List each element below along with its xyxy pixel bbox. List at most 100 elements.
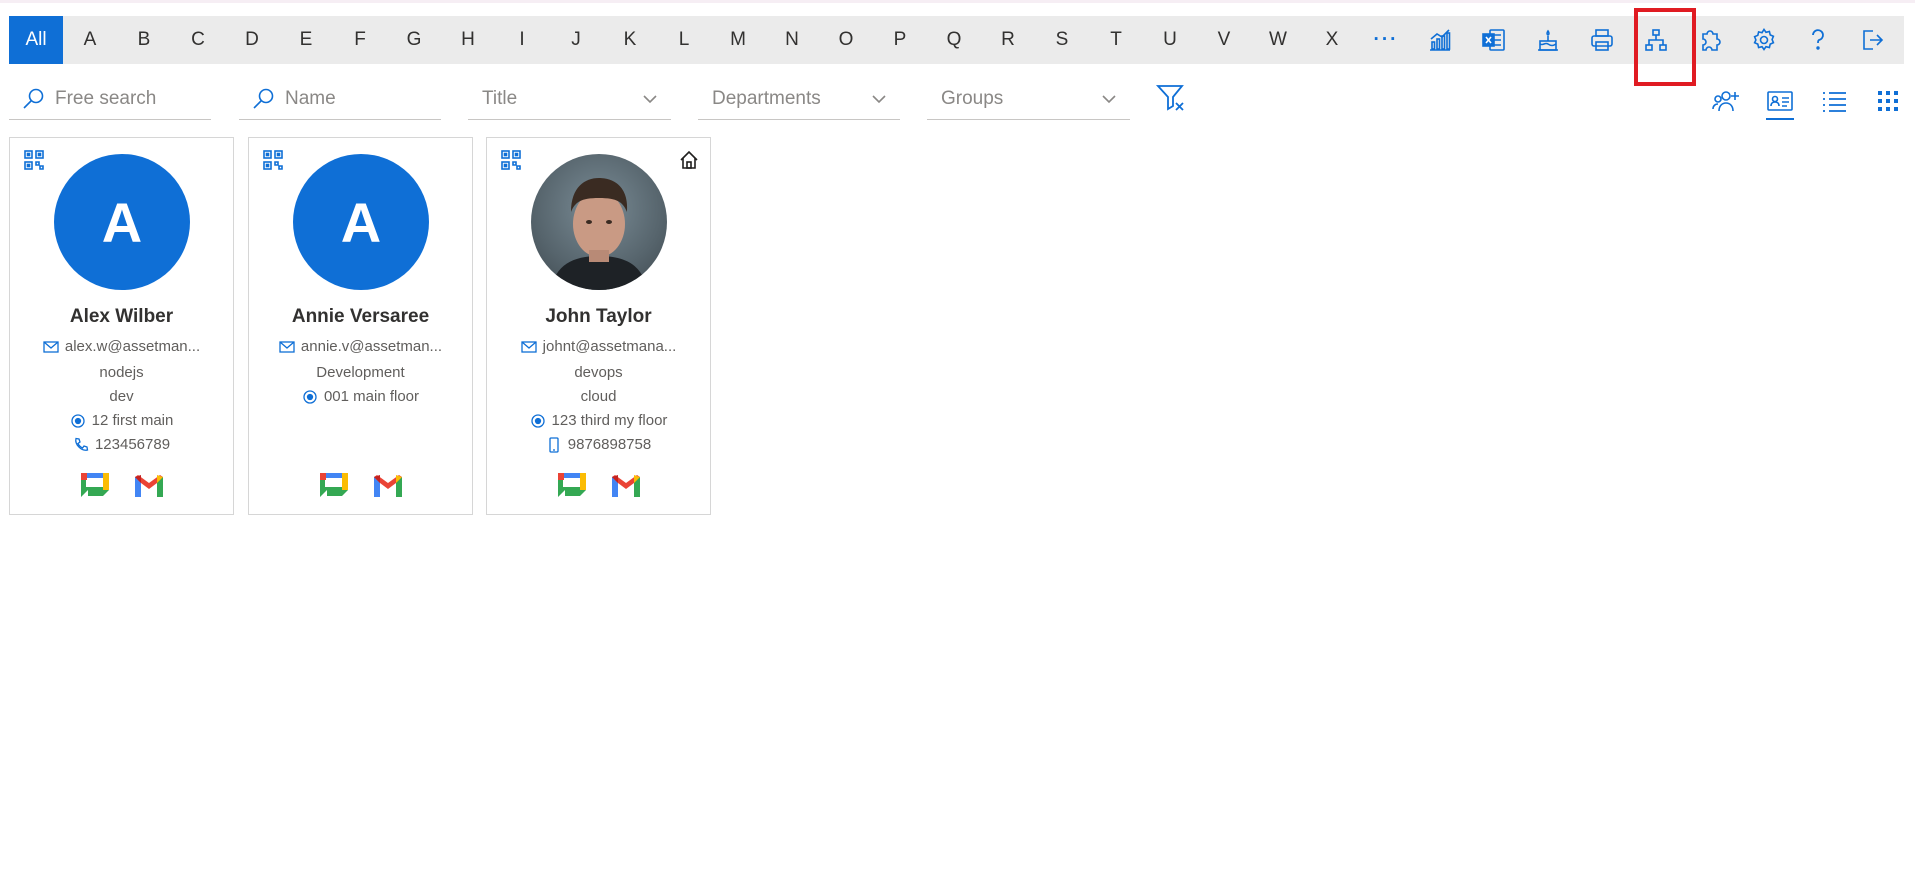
sign-out-icon[interactable] [1845, 16, 1899, 64]
google-chat-icon[interactable] [555, 470, 589, 502]
mail-icon [521, 340, 537, 353]
gmail-icon[interactable] [371, 470, 405, 502]
name-search-field[interactable] [239, 78, 441, 120]
more-letters-button[interactable]: ··· [1359, 16, 1413, 64]
employee-card[interactable]: John Taylor johnt@assetmana... devops cl… [486, 137, 711, 515]
chevron-down-icon [872, 94, 886, 103]
google-chat-icon[interactable] [317, 470, 351, 502]
letter-p[interactable]: P [873, 16, 927, 64]
location-text: 001 main floor [323, 388, 420, 405]
gmail-icon[interactable] [609, 470, 643, 502]
qr-code-icon[interactable] [500, 149, 522, 171]
card-view-icon[interactable] [1753, 78, 1807, 124]
puzzle-icon[interactable] [1683, 16, 1737, 64]
grid-view-icon[interactable] [1861, 78, 1915, 124]
letter-all[interactable]: All [9, 16, 63, 64]
phone-text: 123456789 [94, 436, 171, 453]
gmail-icon[interactable] [132, 470, 166, 502]
birthday-cake-icon[interactable] [1521, 16, 1575, 64]
avatar[interactable]: A [293, 154, 429, 290]
letter-f[interactable]: F [333, 16, 387, 64]
letter-q[interactable]: Q [927, 16, 981, 64]
settings-icon[interactable] [1737, 16, 1791, 64]
letter-u[interactable]: U [1143, 16, 1197, 64]
phone-icon [75, 437, 89, 451]
people-add-icon[interactable] [1699, 78, 1753, 124]
mail-icon [279, 340, 295, 353]
avatar-photo[interactable] [531, 154, 667, 290]
name-search-input[interactable] [285, 87, 435, 110]
letter-e[interactable]: E [279, 16, 333, 64]
email-row[interactable]: johnt@assetmana... [487, 338, 710, 355]
departments-dropdown[interactable]: Departments [698, 78, 900, 120]
org-chart-icon[interactable] [1629, 16, 1683, 64]
departments-dropdown-label: Departments [712, 87, 821, 109]
app-links [10, 470, 233, 502]
letter-j[interactable]: J [549, 16, 603, 64]
excel-icon[interactable] [1467, 16, 1521, 64]
letter-x[interactable]: X [1305, 16, 1359, 64]
letter-d[interactable]: D [225, 16, 279, 64]
phone-text: 9876898758 [567, 436, 652, 453]
search-icon [253, 88, 274, 109]
letter-h[interactable]: H [441, 16, 495, 64]
letter-n[interactable]: N [765, 16, 819, 64]
email-text: alex.w@assetman... [64, 338, 201, 355]
location-icon [303, 389, 317, 404]
qr-code-icon[interactable] [262, 149, 284, 171]
app-links [249, 470, 472, 502]
letter-b[interactable]: B [117, 16, 171, 64]
letter-t[interactable]: T [1089, 16, 1143, 64]
phone-row[interactable]: 9876898758 [487, 436, 710, 453]
letter-l[interactable]: L [657, 16, 711, 64]
letter-s[interactable]: S [1035, 16, 1089, 64]
letter-v[interactable]: V [1197, 16, 1251, 64]
employee-card[interactable]: A Annie Versaree annie.v@assetman... Dev… [248, 137, 473, 515]
letter-a[interactable]: A [63, 16, 117, 64]
title-text: cloud [580, 388, 617, 405]
letter-m[interactable]: M [711, 16, 765, 64]
letter-g[interactable]: G [387, 16, 441, 64]
google-chat-icon[interactable] [78, 470, 112, 502]
groups-dropdown[interactable]: Groups [927, 78, 1130, 120]
home-icon [680, 150, 698, 169]
employee-name[interactable]: John Taylor [487, 306, 710, 328]
letter-i[interactable]: I [495, 16, 549, 64]
groups-dropdown-label: Groups [941, 87, 1004, 109]
letter-c[interactable]: C [171, 16, 225, 64]
location-row: 12 first main [10, 412, 233, 429]
email-row[interactable]: annie.v@assetman... [249, 338, 472, 355]
mail-icon [43, 340, 59, 353]
app-links [487, 470, 710, 502]
help-icon[interactable] [1791, 16, 1845, 64]
chevron-down-icon [1102, 94, 1116, 103]
print-icon[interactable] [1575, 16, 1629, 64]
letter-w[interactable]: W [1251, 16, 1305, 64]
location-row: 001 main floor [249, 388, 472, 405]
chevron-down-icon [643, 94, 657, 103]
letter-o[interactable]: O [819, 16, 873, 64]
department-text: nodejs [99, 364, 144, 381]
phone-row[interactable]: 123456789 [10, 436, 233, 453]
location-text: 12 first main [91, 412, 174, 429]
top-border [0, 0, 1915, 3]
department-text: devops [574, 364, 623, 381]
department-text: Development [316, 364, 405, 381]
free-search-field[interactable] [9, 78, 211, 120]
email-row[interactable]: alex.w@assetman... [10, 338, 233, 355]
free-search-input[interactable] [55, 87, 205, 110]
employee-name[interactable]: Alex Wilber [10, 306, 233, 328]
letter-r[interactable]: R [981, 16, 1035, 64]
chart-icon[interactable] [1413, 16, 1467, 64]
avatar[interactable]: A [54, 154, 190, 290]
employee-card[interactable]: A Alex Wilber alex.w@assetman... nodejs … [9, 137, 234, 515]
clear-filter-icon[interactable] [1155, 82, 1187, 114]
location-icon [530, 413, 545, 428]
title-dropdown-label: Title [482, 87, 518, 109]
employee-name[interactable]: Annie Versaree [249, 306, 472, 328]
qr-code-icon[interactable] [23, 149, 45, 171]
title-dropdown[interactable]: Title [468, 78, 671, 120]
letter-k[interactable]: K [603, 16, 657, 64]
email-text: johnt@assetmana... [542, 338, 677, 355]
list-view-icon[interactable] [1807, 78, 1861, 124]
